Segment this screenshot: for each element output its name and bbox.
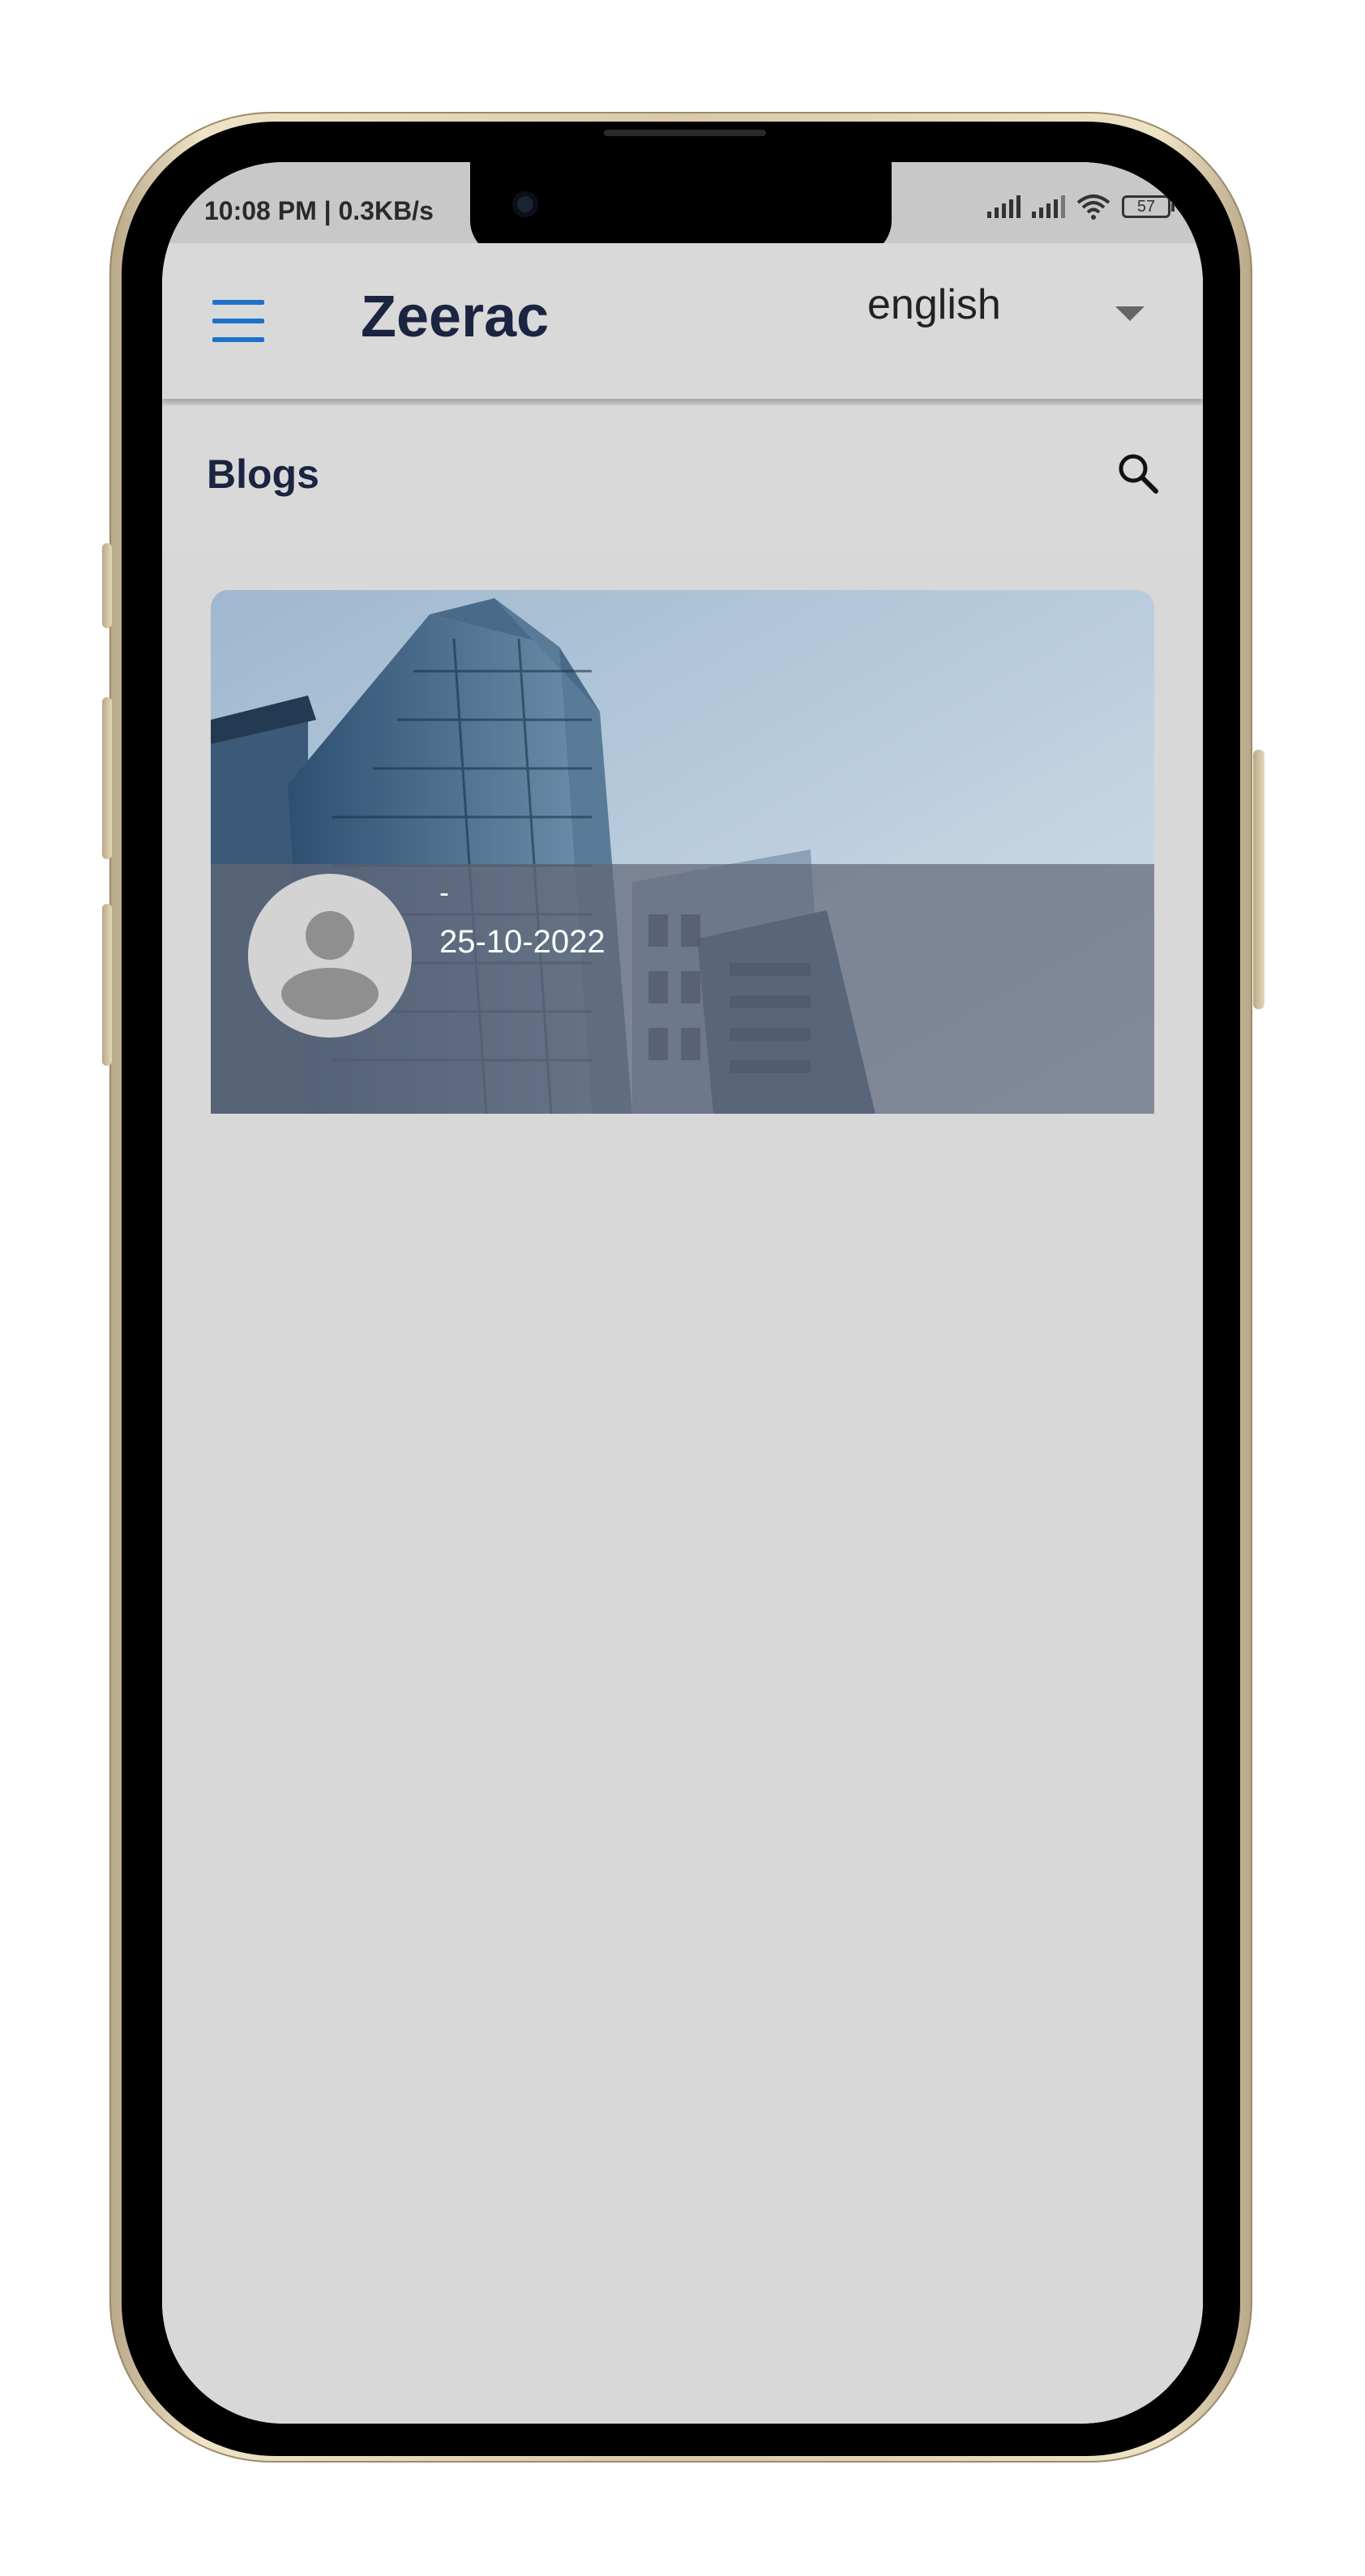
search-icon[interactable] [1115,451,1161,496]
mute-switch [102,543,112,628]
hamburger-menu-icon[interactable] [212,300,264,342]
volume-up-button [102,697,112,859]
volume-down-button [102,904,112,1066]
app-title: Zeerac [361,285,550,349]
page-title: Blogs [207,451,319,497]
blog-author: - [439,875,449,909]
blog-list: - 25-10-2022 [162,551,1203,2424]
blog-date: 25-10-2022 [439,924,605,960]
signal-icon [987,195,1021,218]
app-bar: Zeerac english [162,243,1203,399]
battery-icon: 57 [1122,195,1175,218]
power-button [1253,750,1264,1009]
battery-level: 57 [1136,197,1156,216]
language-select[interactable]: english [867,280,1001,329]
signal-icon [1032,195,1065,218]
status-icons: 57 [987,193,1175,220]
section-header: Blogs [162,405,1203,551]
front-camera [512,191,538,217]
status-time: 10:08 PM | 0.3KB/s [204,196,434,225]
screen: 10:08 PM | 0.3KB/s 57 Zeerac english Blo… [162,162,1203,2424]
user-avatar-icon [248,874,412,1038]
speaker-grille [604,130,766,136]
dropdown-arrow-icon[interactable] [1115,306,1145,321]
wifi-icon [1076,195,1110,220]
blog-card[interactable]: - 25-10-2022 [211,590,1154,1114]
